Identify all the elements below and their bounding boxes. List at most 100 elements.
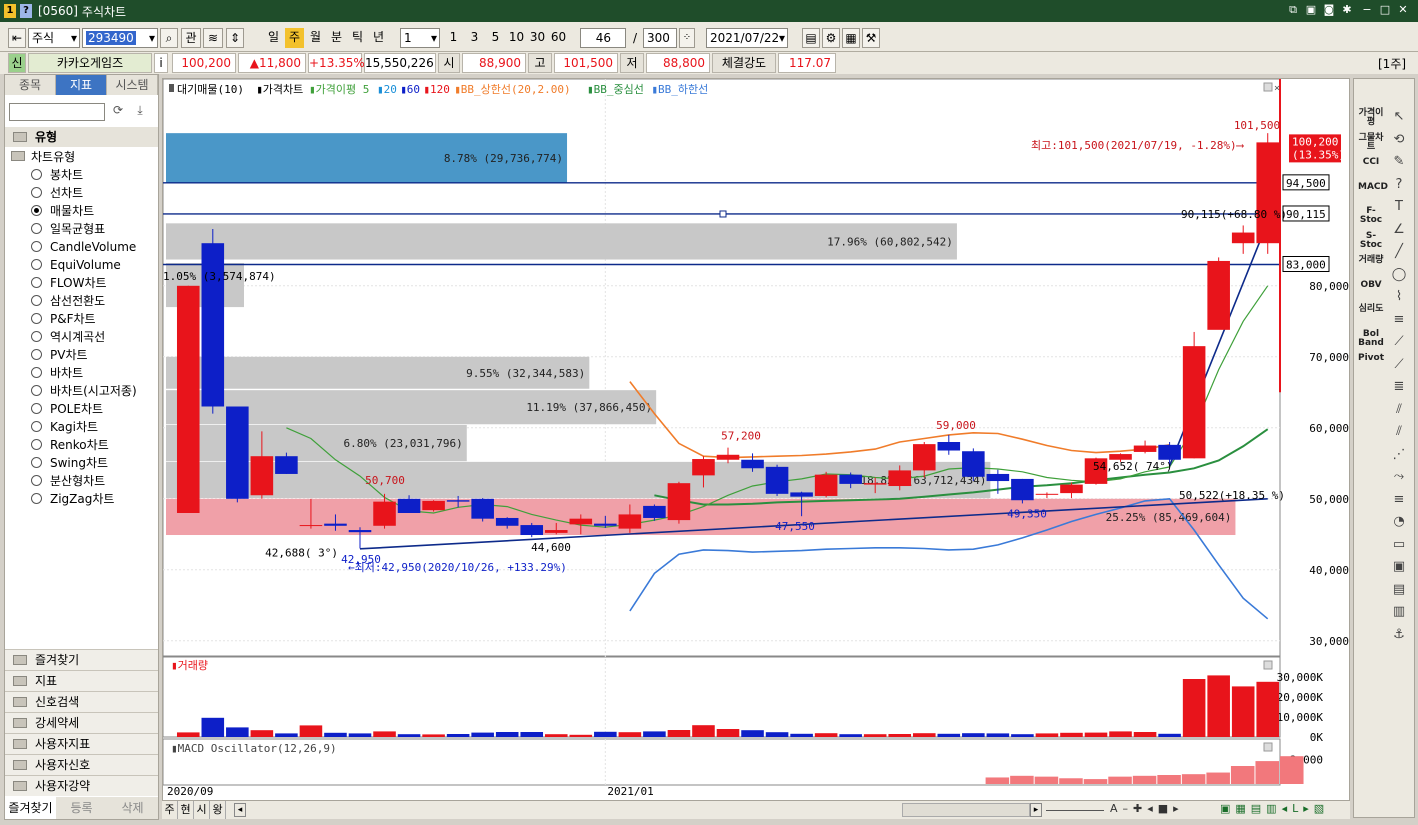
right-tool-label[interactable]: Pivot bbox=[1358, 354, 1384, 363]
updown-icon[interactable]: ⇕ bbox=[226, 28, 244, 48]
right-tool-label[interactable]: F-Stoc bbox=[1358, 207, 1384, 225]
chart-type-item[interactable]: 역시계곡선 bbox=[31, 329, 105, 346]
left-bottom-tab-2[interactable]: 삭제 bbox=[107, 797, 158, 819]
drawing-tool-icon[interactable]: ⤳ bbox=[1388, 469, 1410, 485]
market-select[interactable]: 주식 ▾ bbox=[28, 28, 80, 48]
chart-type-item[interactable]: 바차트(시고저종) bbox=[31, 383, 137, 400]
chart-type-item[interactable]: EquiVolume bbox=[31, 257, 121, 274]
maximize-icon[interactable]: □ bbox=[1378, 3, 1392, 17]
date-input[interactable]: 2021/07/22 ▾ bbox=[706, 28, 788, 48]
period-2-button[interactable]: 월 bbox=[306, 28, 325, 48]
drawing-tool-icon[interactable]: ≡ bbox=[1388, 492, 1410, 508]
chart-type-item[interactable]: 바차트 bbox=[31, 365, 83, 382]
legend-item[interactable]: ▮BB_하한선 bbox=[651, 82, 708, 96]
export-icons[interactable]: ▣▦▤▥◂L▸▧ bbox=[1220, 802, 1329, 815]
gwan-button[interactable]: 관 bbox=[181, 28, 201, 48]
radio-icon[interactable] bbox=[31, 223, 42, 234]
scroll-right-icon[interactable]: ▸ bbox=[1030, 803, 1042, 817]
tool-icon[interactable]: ⚒ bbox=[862, 28, 880, 48]
bottom-tab-0[interactable]: 주 bbox=[162, 801, 178, 819]
scrollbar-thumb[interactable] bbox=[902, 803, 1030, 817]
period-4-button[interactable]: 틱 bbox=[348, 28, 367, 48]
radio-icon[interactable] bbox=[31, 187, 42, 198]
period-3-button[interactable]: 분 bbox=[327, 28, 346, 48]
chart-settings-icon[interactable]: ▤ bbox=[802, 28, 820, 48]
chart-type-item[interactable]: 일목균형표 bbox=[31, 221, 105, 238]
drawing-tool-icon[interactable]: ⟋ bbox=[1388, 357, 1410, 373]
interval-select[interactable]: 1 ▾ bbox=[400, 28, 440, 48]
drawing-tool-icon[interactable]: ≡ bbox=[1388, 312, 1410, 328]
chart-type-item[interactable]: P&F차트 bbox=[31, 311, 96, 328]
right-tool-label[interactable]: 가격이평 bbox=[1358, 109, 1384, 127]
radio-icon[interactable] bbox=[31, 457, 42, 468]
right-tool-label[interactable]: MACD bbox=[1358, 182, 1388, 192]
dock-icon[interactable]: ▣ bbox=[1304, 3, 1318, 17]
quick-interval-30-button[interactable]: 30 bbox=[528, 28, 547, 48]
radio-icon[interactable] bbox=[31, 367, 42, 378]
gear-icon[interactable]: ✱ bbox=[1340, 3, 1354, 17]
stock-code-input[interactable]: 293490 ▾ bbox=[82, 28, 158, 48]
radio-icon[interactable] bbox=[31, 295, 42, 306]
help-icon[interactable]: ? bbox=[20, 4, 32, 18]
chart-type-item[interactable]: FLOW차트 bbox=[31, 275, 107, 292]
chart-type-item[interactable]: PV차트 bbox=[31, 347, 88, 364]
drawing-tool-icon[interactable]: ⟋ bbox=[1388, 334, 1410, 350]
radio-icon[interactable] bbox=[31, 277, 42, 288]
chart-type-item[interactable]: CandleVolume bbox=[31, 239, 136, 256]
save-icon[interactable]: ▦ bbox=[842, 28, 860, 48]
left-menu-item[interactable]: 지표 bbox=[5, 670, 158, 691]
drawing-tool-icon[interactable]: ⚓ bbox=[1388, 627, 1410, 643]
drawing-tool-icon[interactable]: ⫽ bbox=[1388, 424, 1410, 440]
legend-item[interactable]: ▮BB_상한선(20,2.00) bbox=[454, 83, 570, 96]
left-tab-2[interactable]: 시스템 bbox=[107, 75, 158, 95]
chart-type-item[interactable]: 분산형차트 bbox=[31, 473, 105, 490]
left-menu-item[interactable]: 강세약세 bbox=[5, 712, 158, 733]
close-icon[interactable]: ✕ bbox=[1396, 3, 1410, 17]
legend-item[interactable]: 대기매물(10) bbox=[177, 83, 244, 96]
right-tool-label[interactable]: S-Stoc bbox=[1358, 231, 1384, 250]
drawing-tool-icon[interactable]: ╱ bbox=[1388, 244, 1410, 260]
radio-icon[interactable] bbox=[31, 385, 42, 396]
search-icon[interactable]: ⌕ bbox=[160, 28, 178, 48]
period-1-button[interactable]: 주 bbox=[285, 28, 304, 48]
radio-icon[interactable] bbox=[31, 439, 42, 450]
left-menu-item[interactable]: 사용자지표 bbox=[5, 733, 158, 754]
drawing-tool-icon[interactable]: ⟲ bbox=[1388, 132, 1410, 148]
legend-item[interactable]: ▮20 bbox=[377, 83, 397, 96]
right-tool-label[interactable]: CCI bbox=[1358, 158, 1384, 167]
camera-icon[interactable]: ◙ bbox=[1322, 3, 1336, 17]
period-5-button[interactable]: 년 bbox=[369, 28, 388, 48]
drawing-tool-icon[interactable]: ? bbox=[1388, 177, 1410, 193]
bottom-tools-icon[interactable]: A–✚◂■▸ bbox=[1110, 802, 1184, 815]
drawing-tool-icon[interactable]: ⌇ bbox=[1388, 289, 1410, 305]
right-tool-label[interactable]: 거래량 bbox=[1358, 256, 1384, 265]
drawing-tool-icon[interactable]: ▥ bbox=[1388, 604, 1410, 620]
chart-type-item[interactable]: Swing차트 bbox=[31, 455, 108, 472]
radio-icon[interactable] bbox=[31, 349, 42, 360]
left-tab-0[interactable]: 종목 bbox=[5, 75, 56, 95]
bottom-tab-3[interactable]: 왕 bbox=[210, 801, 226, 819]
left-tab-1[interactable]: 지표 bbox=[56, 75, 107, 95]
right-tool-label[interactable]: OBV bbox=[1358, 280, 1384, 290]
period-0-button[interactable]: 일 bbox=[264, 28, 283, 48]
chart-type-item[interactable]: Renko차트 bbox=[31, 437, 109, 454]
chart-type-item[interactable]: 매물차트 bbox=[31, 203, 94, 220]
left-menu-item[interactable]: 사용자신호 bbox=[5, 754, 158, 775]
legend-item[interactable]: ▮60 bbox=[400, 83, 420, 96]
legend-item[interactable]: ▮120 bbox=[423, 83, 450, 96]
download-icon[interactable]: ⤓ bbox=[131, 103, 149, 121]
chart-type-item[interactable]: Kagi차트 bbox=[31, 419, 98, 436]
drawing-tool-icon[interactable]: ✎ bbox=[1388, 154, 1410, 170]
prev-stock-icon[interactable]: ⇤ bbox=[8, 28, 26, 48]
refresh-icon[interactable]: ⟳ bbox=[109, 103, 127, 121]
radio-icon[interactable] bbox=[31, 259, 42, 270]
line-handle[interactable] bbox=[719, 210, 727, 218]
sync-icon[interactable]: ≋ bbox=[203, 28, 223, 48]
panel-maximize-icon[interactable] bbox=[1263, 660, 1273, 670]
left-menu-item[interactable]: 사용자강약 bbox=[5, 775, 158, 796]
info-button[interactable]: i bbox=[154, 53, 168, 73]
drawing-tool-icon[interactable]: ⫽ bbox=[1388, 402, 1410, 418]
left-menu-item[interactable]: 신호검색 bbox=[5, 691, 158, 712]
legend-item[interactable]: ▮가격이평 5 bbox=[309, 83, 369, 96]
chart-svg[interactable]: 80,000 70,000 60,000 50,000 40,000 30,000 8.78… bbox=[163, 79, 1351, 801]
